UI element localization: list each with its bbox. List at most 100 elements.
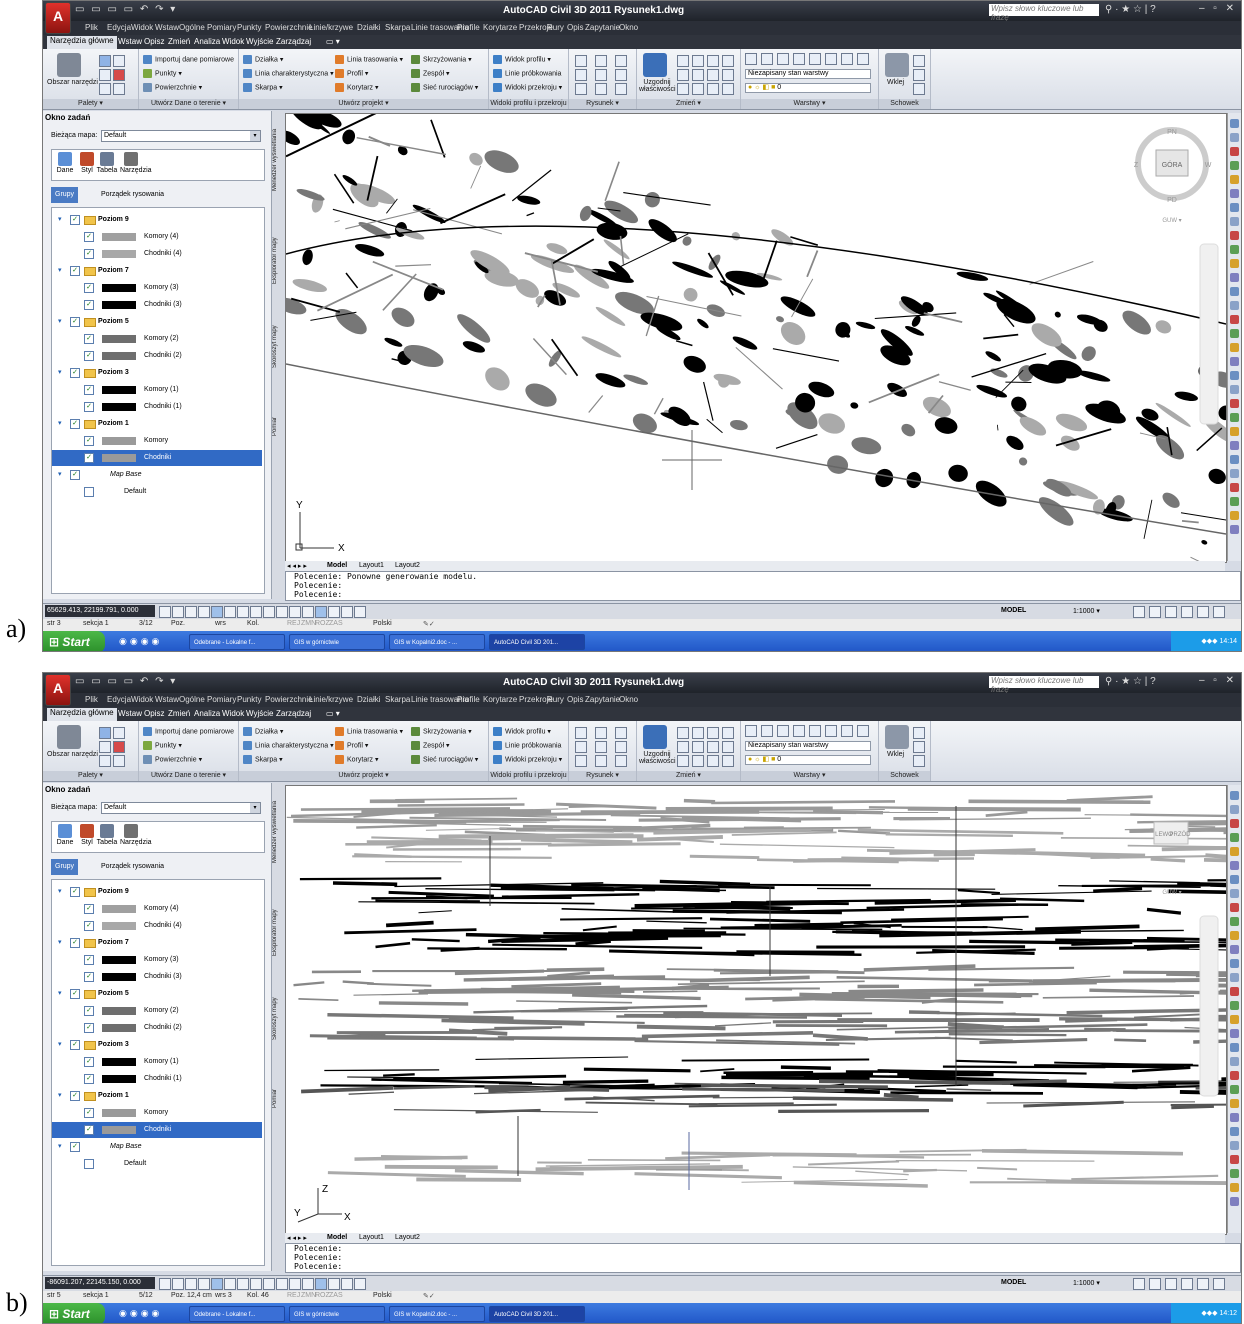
- ribbon-tab[interactable]: Opisz: [141, 709, 167, 718]
- tool-icon[interactable]: [1230, 903, 1239, 912]
- menu-item[interactable]: Profile: [457, 695, 480, 704]
- layer-state-dropdown[interactable]: Niezapisany stan warstwy: [745, 741, 871, 751]
- tool-icon[interactable]: [1230, 973, 1239, 982]
- draw-tool-icon[interactable]: [575, 741, 587, 753]
- tool-icon[interactable]: [1230, 273, 1239, 282]
- drafting-toggle[interactable]: [302, 606, 314, 618]
- drafting-toggle[interactable]: [172, 1278, 184, 1290]
- menu-item[interactable]: Opis: [567, 23, 583, 32]
- layer-tool-icon[interactable]: [777, 53, 789, 65]
- infocenter-icons[interactable]: ⚲ · ★ ☆ | ?: [1105, 676, 1156, 687]
- visibility-checkbox[interactable]: ✓: [70, 317, 80, 327]
- visibility-checkbox[interactable]: ✓: [84, 904, 94, 914]
- modify-tool-icon[interactable]: [707, 741, 719, 753]
- ribbon-group-title[interactable]: Utwórz Dane o terenie ▾: [139, 99, 238, 109]
- tool-icon[interactable]: [1230, 161, 1239, 170]
- drafting-toggle[interactable]: [354, 1278, 366, 1290]
- ribbon-tab-extra-icon[interactable]: ▭ ▾: [323, 709, 343, 718]
- toolspace-button[interactable]: Obszar narzędzi: [47, 79, 98, 86]
- palette-icon[interactable]: [99, 83, 111, 95]
- tool-icon[interactable]: [1230, 427, 1239, 436]
- menu-item[interactable]: Zapytanie: [585, 23, 620, 32]
- tool-icon[interactable]: [1230, 931, 1239, 940]
- layout-tab[interactable]: Model: [327, 1234, 347, 1241]
- ucs-menu[interactable]: GUW ▾: [1162, 218, 1181, 224]
- layer-tool-icon[interactable]: [825, 53, 837, 65]
- start-button[interactable]: ⊞ Start: [43, 631, 105, 651]
- visibility-checkbox[interactable]: ✓: [70, 1091, 80, 1101]
- visibility-checkbox[interactable]: [84, 487, 94, 497]
- layout-tab[interactable]: Layout1: [359, 1234, 384, 1241]
- tool-icon[interactable]: [1230, 469, 1239, 478]
- ribbon-group-title[interactable]: Zmień ▾: [637, 771, 740, 781]
- task-pane-tool[interactable]: Tabela: [96, 152, 118, 174]
- coordinate-readout[interactable]: 65629.413, 22199.791, 0.000: [45, 605, 155, 617]
- tool-icon[interactable]: [1230, 231, 1239, 240]
- search-input[interactable]: Wpisz słowo kluczowe lub frazę: [989, 4, 1099, 22]
- drafting-toggle[interactable]: [237, 606, 249, 618]
- collapse-arrow-icon[interactable]: ▾: [58, 365, 62, 381]
- drafting-toggle[interactable]: [276, 606, 288, 618]
- modify-tool-icon[interactable]: [722, 741, 734, 753]
- drafting-toggle[interactable]: [211, 1278, 223, 1290]
- taskbar-button[interactable]: AutoCAD Civil 3D 201...: [489, 634, 585, 650]
- tool-icon[interactable]: [1230, 1141, 1239, 1150]
- visibility-checkbox[interactable]: ✓: [70, 887, 80, 897]
- tool-icon[interactable]: [1230, 1155, 1239, 1164]
- ribbon-tab[interactable]: Narzędzia główne: [47, 36, 117, 49]
- navigation-bar[interactable]: [1199, 915, 1219, 1097]
- start-button[interactable]: ⊞ Start: [43, 1303, 105, 1323]
- ribbon-group-title[interactable]: Rysunek ▾: [569, 99, 636, 109]
- application-menu-button[interactable]: A: [45, 674, 71, 706]
- paste-icon[interactable]: [885, 725, 909, 749]
- ribbon-group-title[interactable]: Warstwy ▾: [741, 771, 878, 781]
- annotation-scale[interactable]: 1:1000 ▾: [1073, 607, 1100, 615]
- visibility-checkbox[interactable]: ✓: [84, 921, 94, 931]
- tool-icon[interactable]: [1230, 175, 1239, 184]
- visibility-checkbox[interactable]: ✓: [84, 402, 94, 412]
- task-pane-tool[interactable]: Narzędzia: [120, 824, 152, 846]
- draw-tool-icon[interactable]: [595, 55, 607, 67]
- menu-item[interactable]: Widok: [131, 695, 153, 704]
- modify-tool-icon[interactable]: [722, 755, 734, 767]
- taskbar-button[interactable]: Odebrane - Lokalne f...: [189, 634, 285, 650]
- menu-item[interactable]: Działki: [357, 23, 381, 32]
- modify-tool-icon[interactable]: [722, 69, 734, 81]
- draw-tool-icon[interactable]: [615, 741, 627, 753]
- task-pane-tool[interactable]: Tabela: [96, 824, 118, 846]
- draw-tool-icon[interactable]: [595, 727, 607, 739]
- tool-icon[interactable]: [1230, 959, 1239, 968]
- modify-tool-icon[interactable]: [707, 55, 719, 67]
- drafting-toggle[interactable]: [302, 1278, 314, 1290]
- tool-icon[interactable]: [1230, 441, 1239, 450]
- layer-tool-icon[interactable]: [841, 53, 853, 65]
- status-tray-icon[interactable]: [1149, 1278, 1161, 1290]
- visibility-checkbox[interactable]: ✓: [70, 419, 80, 429]
- tab-navigation-arrows[interactable]: ◂ ◂ ▸ ▸: [287, 1234, 307, 1242]
- taskbar-button[interactable]: GIS w Kopalni2.doc - ...: [389, 1306, 485, 1322]
- tool-icon[interactable]: [1230, 203, 1239, 212]
- ribbon-command[interactable]: Działka ▾: [243, 55, 283, 64]
- tool-icon[interactable]: [1230, 1057, 1239, 1066]
- drafting-toggle[interactable]: [198, 1278, 210, 1290]
- menu-item[interactable]: Plik: [85, 23, 98, 32]
- palette-icon[interactable]: [113, 55, 125, 67]
- draw-tool-icon[interactable]: [615, 69, 627, 81]
- coordinate-readout[interactable]: -86091.207, 22145.150, 0.000: [45, 1277, 155, 1289]
- tab-groups[interactable]: Grupy: [51, 187, 79, 203]
- draw-tool-icon[interactable]: [615, 755, 627, 767]
- modify-tool-icon[interactable]: [677, 755, 689, 767]
- copy-icon[interactable]: [913, 69, 925, 81]
- layer-group-row[interactable]: ▾ ✓ Poziom 3: [52, 1037, 262, 1053]
- current-map-select[interactable]: Default ▾: [101, 802, 261, 814]
- drafting-toggle[interactable]: [198, 606, 210, 618]
- tool-icon[interactable]: [1230, 245, 1239, 254]
- palette-icon[interactable]: [99, 755, 111, 767]
- menu-item[interactable]: Rury: [547, 23, 564, 32]
- tool-icon[interactable]: [1230, 1029, 1239, 1038]
- menu-item[interactable]: Plik: [85, 695, 98, 704]
- status-tray-icon[interactable]: [1181, 1278, 1193, 1290]
- side-tab[interactable]: Eksplorator mapy: [272, 221, 284, 301]
- visibility-checkbox[interactable]: ✓: [84, 1108, 94, 1118]
- ribbon-group-title[interactable]: Zmień ▾: [637, 99, 740, 109]
